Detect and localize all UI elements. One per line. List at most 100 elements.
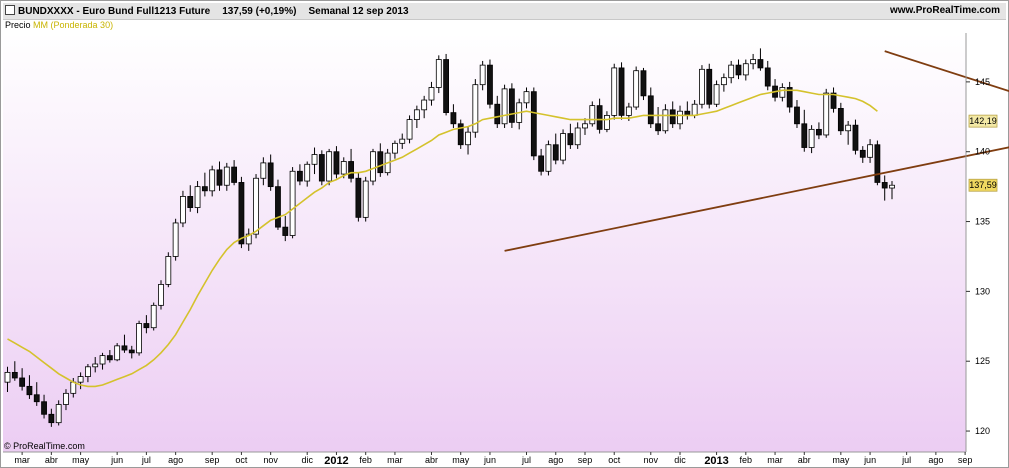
candle-body [874, 144, 881, 183]
candle-body [647, 95, 654, 125]
candle-body [669, 109, 676, 125]
candle [699, 65, 705, 109]
candle-body [311, 154, 318, 165]
candle [874, 140, 881, 186]
candle-body [63, 392, 69, 405]
candle [545, 140, 552, 176]
x-tick-label: 2013 [704, 455, 728, 467]
candle-body [121, 345, 128, 351]
candle [706, 63, 713, 109]
candle [501, 84, 508, 128]
candle-body [530, 91, 537, 157]
candle-body [625, 106, 632, 116]
candle-body [355, 177, 362, 218]
candle-body [699, 68, 705, 105]
candle-body [377, 151, 384, 174]
candle-body [779, 87, 786, 98]
x-tick-label: jul [521, 455, 531, 465]
x-tick-label: ago [168, 455, 183, 465]
candle-body [501, 88, 508, 125]
candle-body [209, 169, 216, 192]
candle-body [99, 355, 106, 365]
candle-body [304, 163, 311, 182]
candle-body [735, 64, 742, 76]
candle-body [289, 170, 296, 236]
candle-body [11, 371, 18, 379]
candle [530, 87, 537, 161]
candle [640, 67, 647, 101]
candle-body [282, 226, 289, 236]
candle [318, 150, 325, 186]
candle-body [187, 196, 194, 208]
candle-body [77, 376, 84, 383]
x-tick-label: dic [674, 455, 686, 465]
candle-body [582, 123, 588, 129]
x-tick-label: jun [863, 455, 876, 465]
candle-body [392, 142, 398, 154]
candle [611, 63, 618, 120]
candle-body [260, 162, 267, 179]
candle [253, 174, 259, 239]
price-chart: 120 125 130 135 140 145 mar abr may jun jul ago sep… [3, 33, 1009, 467]
candle-body [859, 149, 866, 158]
candle [275, 179, 281, 230]
y-tick-label: 130 [975, 286, 990, 296]
candle [823, 88, 830, 138]
candle-body [479, 64, 486, 86]
candle [443, 53, 450, 116]
candle-body [253, 177, 259, 235]
candle-body [19, 377, 26, 387]
candle [180, 190, 186, 228]
candle-body [296, 170, 303, 182]
candle-body [318, 154, 325, 182]
candle-body [677, 110, 683, 125]
candle-body [340, 161, 347, 175]
candle-body [194, 186, 201, 208]
candle-body [333, 151, 340, 175]
candle-body [508, 88, 515, 123]
candle-body [136, 323, 142, 354]
candle [355, 172, 362, 222]
candle-body [720, 77, 727, 86]
candle-body [794, 106, 800, 125]
candle [150, 302, 157, 331]
candle-body [823, 92, 830, 136]
x-tick-label: mar [14, 455, 30, 465]
candle [362, 176, 369, 222]
candle-body [106, 355, 113, 361]
x-tick-label: jun [110, 455, 123, 465]
x-tick-label: oct [235, 455, 248, 465]
candle-body [223, 166, 230, 186]
candle-body [406, 119, 413, 140]
x-tick-label: abr [798, 455, 811, 465]
x-tick-label: sep [578, 455, 593, 465]
candle [852, 119, 859, 155]
candle [136, 320, 142, 356]
candle-body [852, 124, 859, 151]
candle-body [267, 162, 274, 188]
candle-body [728, 64, 735, 79]
candle [326, 148, 333, 186]
candle-body [604, 115, 610, 130]
candle-body [764, 67, 771, 87]
candle [487, 59, 493, 109]
x-tick-label: ago [548, 455, 563, 465]
candle-body [143, 323, 150, 329]
x-tick-label: mar [767, 455, 783, 465]
x-tick-label: feb [740, 455, 753, 465]
candle-body [538, 155, 545, 172]
x-tick-label: mar [387, 455, 403, 465]
candle-body [618, 67, 625, 116]
candle [633, 66, 640, 110]
candle-body [596, 105, 603, 130]
candle-body [172, 222, 179, 257]
y-tick-label: 145 [975, 77, 990, 87]
candle-body [757, 59, 764, 69]
candle-body [70, 381, 77, 394]
candle-body [150, 304, 157, 329]
candle [618, 62, 625, 120]
candle [289, 167, 296, 239]
candle-body [552, 144, 559, 161]
y-tick-label: 140 [975, 147, 990, 157]
candle-body [816, 128, 822, 136]
